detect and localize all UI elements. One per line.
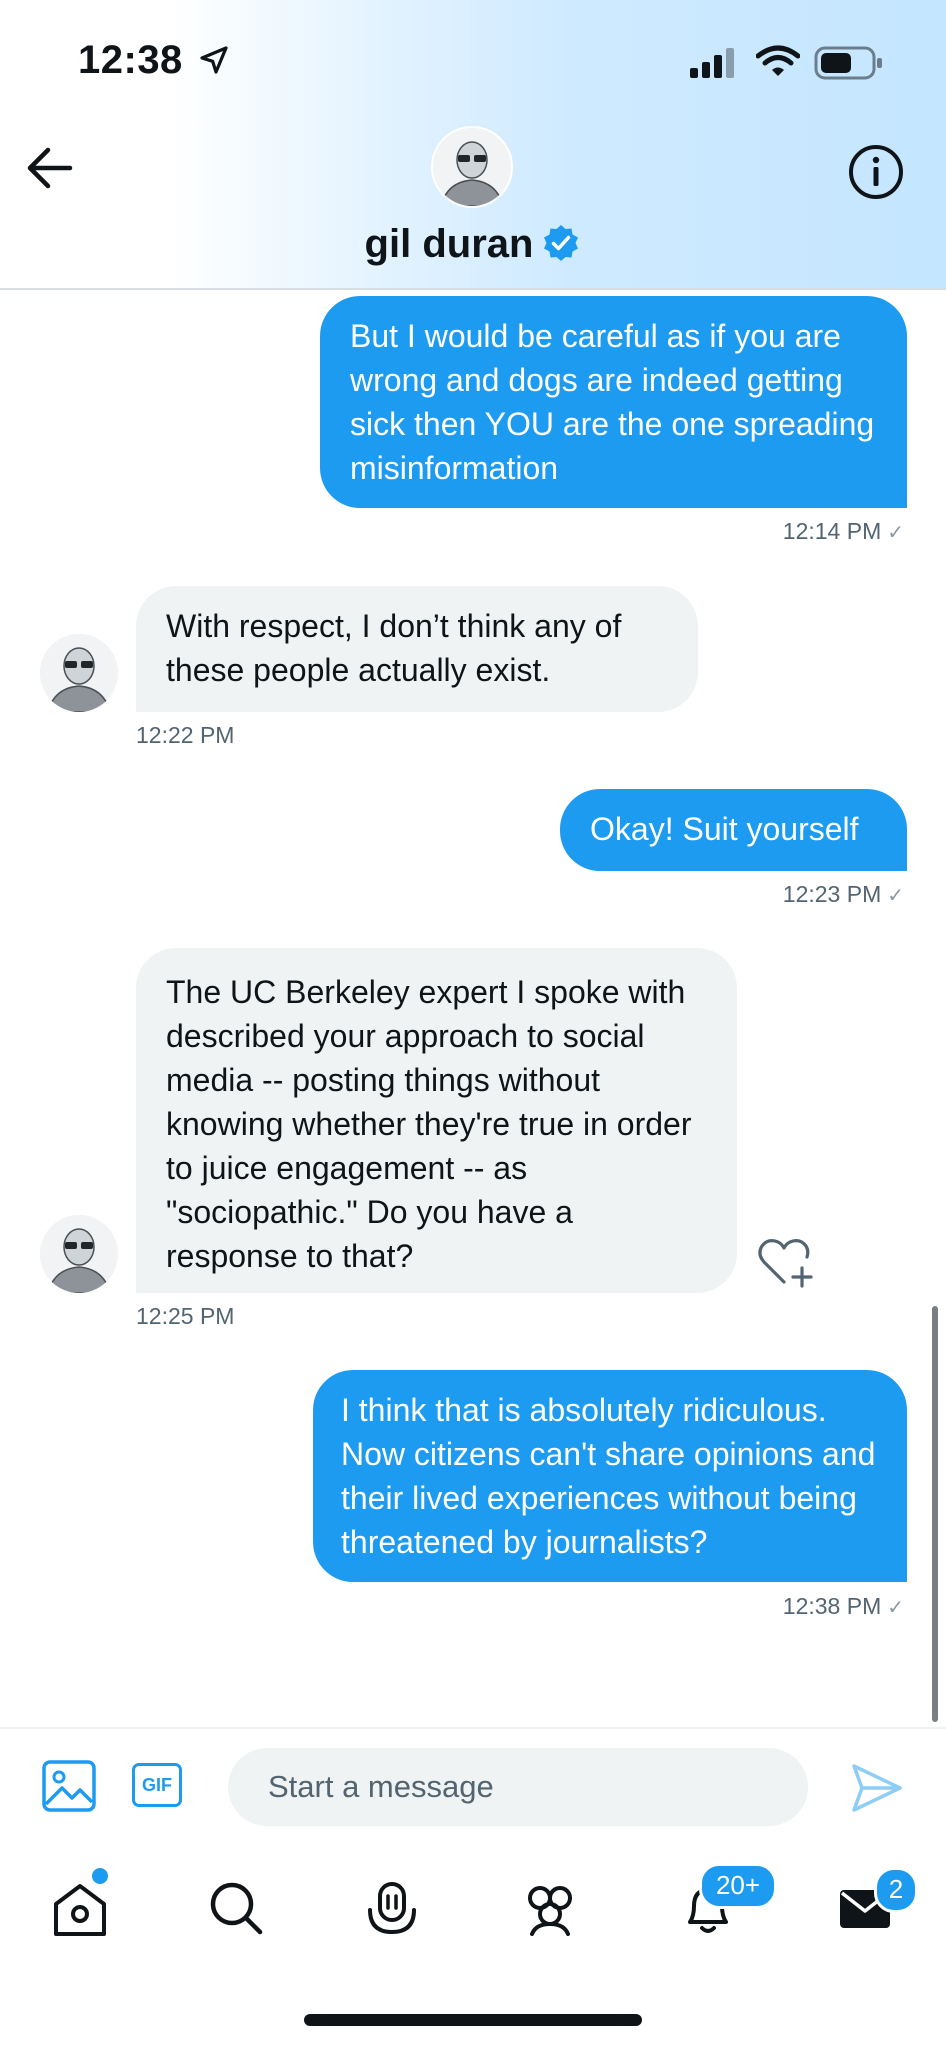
sent-check-icon: ✓ <box>887 1597 904 1619</box>
message-input[interactable] <box>228 1748 808 1826</box>
location-arrow-icon <box>200 46 229 74</box>
battery-icon <box>814 46 882 80</box>
verified-badge-icon <box>544 225 579 261</box>
contact-avatar[interactable] <box>433 128 511 206</box>
status-time: 12:38 <box>78 38 230 83</box>
profile-picture-icon <box>40 634 118 712</box>
image-icon <box>42 1760 96 1812</box>
home-notification-dot <box>92 1868 108 1884</box>
back-button[interactable] <box>22 140 78 196</box>
profile-picture-icon <box>433 128 511 206</box>
notifications-badge: 20+ <box>699 1863 777 1909</box>
message-bubble-outgoing[interactable]: I think that is absolutely ridiculous. N… <box>313 1370 907 1582</box>
message-timestamp: 12:14 PM ✓ <box>782 518 904 544</box>
sender-avatar[interactable] <box>40 634 118 712</box>
conversation-title: gil duran <box>0 222 946 267</box>
info-icon <box>849 145 903 199</box>
nav-search[interactable] <box>204 1876 268 1940</box>
heart-plus-icon <box>758 1239 813 1288</box>
sender-avatar[interactable] <box>40 1215 118 1293</box>
message-timestamp: 12:23 PM ✓ <box>782 881 904 907</box>
wifi-icon <box>756 45 800 76</box>
profile-picture-icon <box>40 1215 118 1293</box>
gif-button[interactable]: GIF <box>132 1763 182 1807</box>
contact-name[interactable]: gil duran <box>365 222 534 266</box>
send-button[interactable] <box>848 1760 904 1816</box>
message-timestamp: 12:22 PM <box>136 722 235 748</box>
communities-icon <box>528 1886 572 1936</box>
search-icon <box>210 1882 263 1935</box>
nav-spaces[interactable] <box>360 1876 424 1940</box>
message-timestamp: 12:38 PM ✓ <box>782 1593 904 1619</box>
cellular-signal-icon <box>690 48 734 78</box>
sent-check-icon: ✓ <box>887 522 904 544</box>
message-bubble-outgoing[interactable]: Okay! Suit yourself <box>560 789 907 871</box>
message-bubble-outgoing[interactable]: But I would be careful as if you are wro… <box>320 296 907 508</box>
nav-communities[interactable] <box>518 1876 582 1940</box>
message-bubble-incoming[interactable]: With respect, I don’t think any of these… <box>136 586 698 712</box>
scrollbar[interactable] <box>932 1306 938 1722</box>
react-button[interactable] <box>756 1234 816 1290</box>
add-photo-button[interactable] <box>40 1758 98 1814</box>
composer-divider <box>0 1727 946 1729</box>
nav-home[interactable] <box>48 1876 112 1940</box>
conversation-info-button[interactable] <box>846 142 906 202</box>
arrow-left-icon <box>27 147 73 189</box>
microphone-spaces-icon <box>368 1882 416 1935</box>
messages-badge: 2 <box>874 1867 918 1913</box>
sent-check-icon: ✓ <box>887 885 904 907</box>
send-icon <box>852 1764 902 1812</box>
message-timestamp: 12:25 PM <box>136 1303 235 1329</box>
header-divider <box>0 288 946 290</box>
home-icon <box>54 1884 106 1936</box>
message-bubble-incoming[interactable]: The UC Berkeley expert I spoke with desc… <box>136 948 737 1293</box>
home-indicator <box>304 2014 642 2026</box>
